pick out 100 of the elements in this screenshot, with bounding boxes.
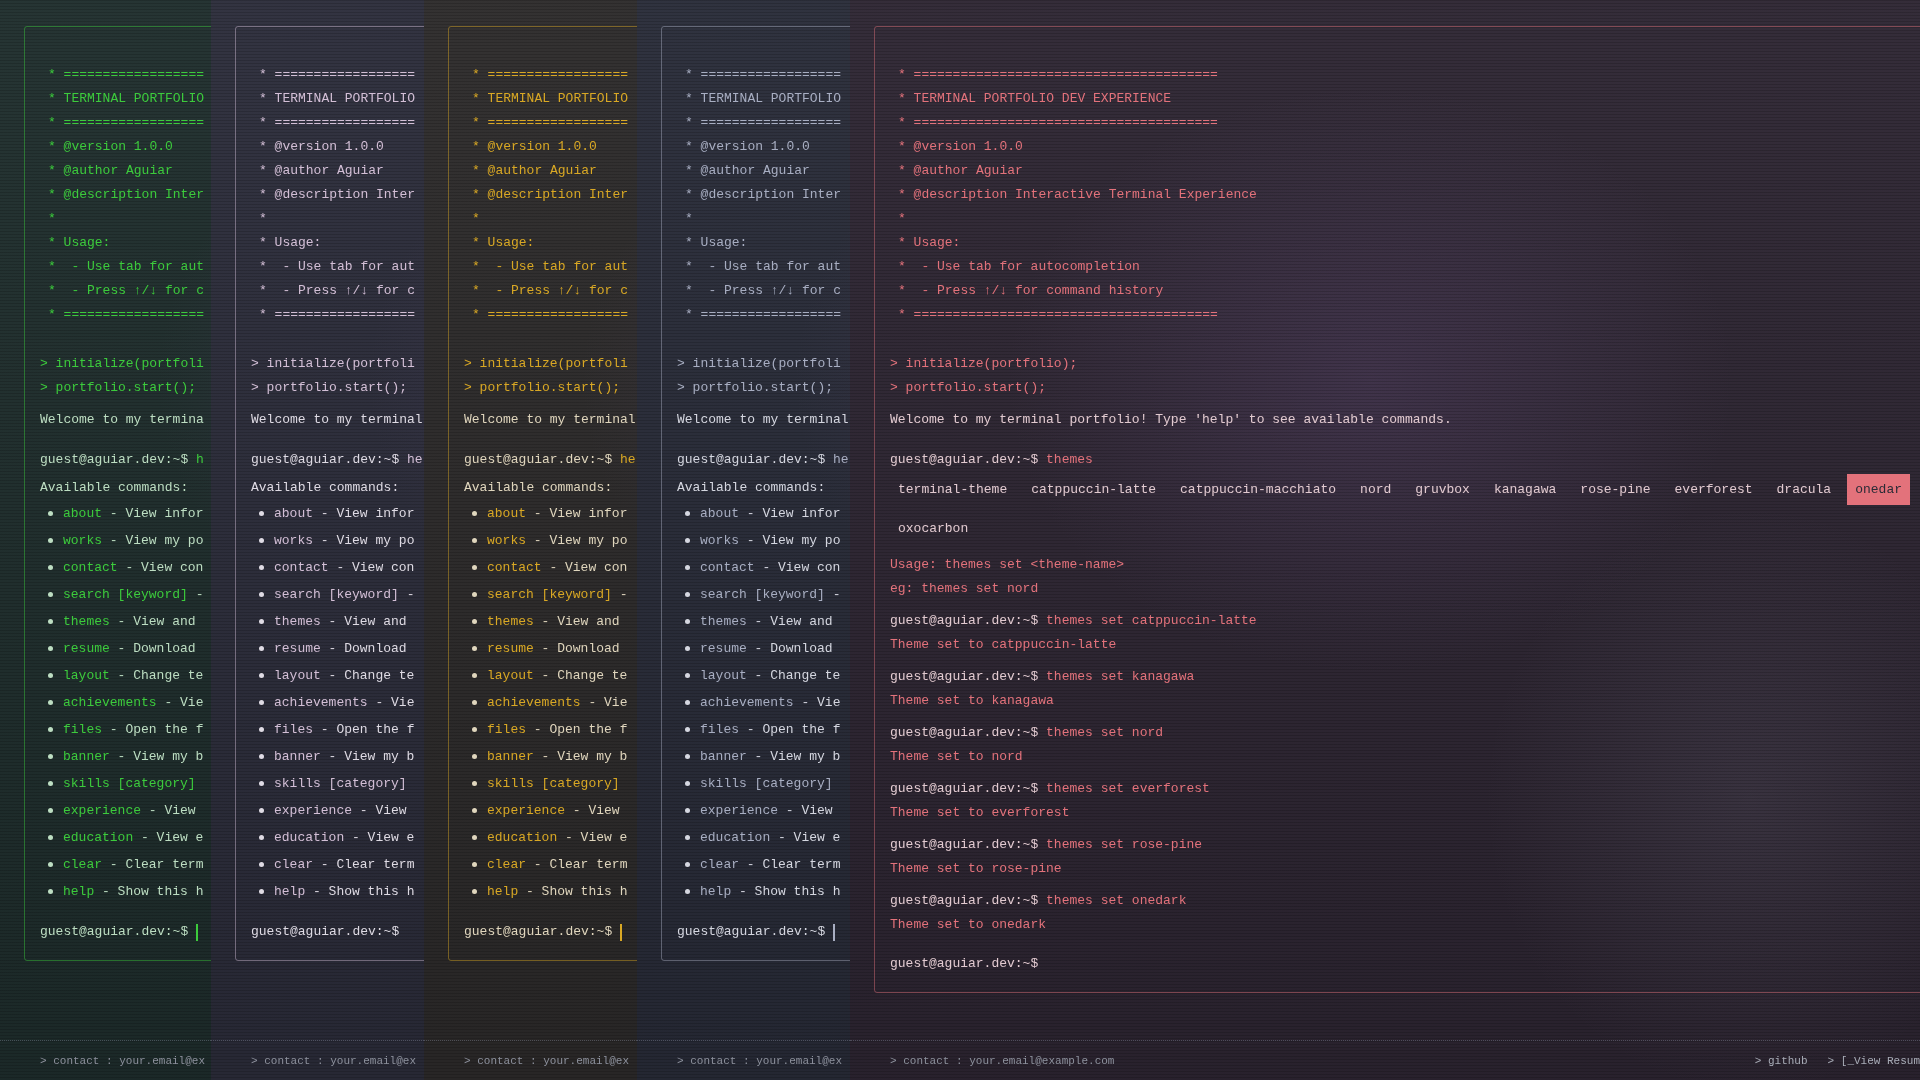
command-name: banner xyxy=(274,749,321,764)
command-description: - View e xyxy=(141,830,204,845)
theme-option[interactable]: catppuccin-macchiato xyxy=(1172,474,1345,505)
bullet-icon xyxy=(685,538,690,543)
command-name: contact xyxy=(700,560,755,575)
output-line: Theme set to nord xyxy=(890,748,1024,766)
command-description: - View xyxy=(785,803,833,818)
theme-option[interactable]: kanagawa xyxy=(1485,474,1565,505)
command-name: files xyxy=(274,722,313,737)
prompt-text: guest@aguiar.dev:~$ xyxy=(890,955,1039,973)
command-description: - View e xyxy=(565,830,628,845)
command-name: education xyxy=(700,830,771,845)
theme-option[interactable]: rose-pine xyxy=(1572,474,1659,505)
command-description: - View con xyxy=(336,560,415,575)
header-comment-line: * TERMINAL PORTFOLIO xyxy=(48,90,206,108)
header-comment-line: * @author Aguiar xyxy=(472,162,598,180)
command-description: - Change te xyxy=(328,668,415,683)
header-comment-line: * ================== xyxy=(685,66,843,84)
command-name: banner xyxy=(700,749,747,764)
header-comment-line: * @version 1.0.0 xyxy=(898,138,1024,156)
command-name: achievements xyxy=(63,695,157,710)
command-description: - xyxy=(832,587,841,602)
command-name: achievements xyxy=(700,695,794,710)
theme-option[interactable]: gruvbox xyxy=(1407,474,1478,505)
prompt-text: guest@aguiar.dev:~$ xyxy=(677,923,826,941)
bullet-icon xyxy=(472,835,477,840)
theme-option[interactable]: everforest xyxy=(1666,474,1761,505)
bullet-icon xyxy=(259,511,264,516)
command-name: banner xyxy=(63,749,110,764)
command-text: themes xyxy=(1046,451,1093,469)
prompt-text: guest@aguiar.dev:~$ xyxy=(890,724,1039,742)
boot-line: > portfolio.start(); xyxy=(40,379,198,397)
header-comment-line: * Usage: xyxy=(472,234,536,252)
header-comment-line: * ================== xyxy=(472,306,630,324)
command-name: layout xyxy=(487,668,534,683)
command-description: - View infor xyxy=(746,506,841,521)
command-description: - View my po xyxy=(320,533,415,548)
header-comment-line: * - Press ↑/↓ for c xyxy=(472,282,630,300)
footer-link[interactable]: > [_View Resum xyxy=(1827,1055,1920,1067)
bullet-icon xyxy=(48,808,53,813)
theme-option[interactable]: catppuccin-latte xyxy=(1023,474,1165,505)
command-description: - View and xyxy=(117,614,196,629)
prompt-text: guest@aguiar.dev:~$ xyxy=(890,612,1039,630)
theme-option[interactable]: oxocarbon xyxy=(890,513,977,544)
header-comment-line: * ================== xyxy=(685,306,843,324)
header-comment-line: * ================== xyxy=(259,306,417,324)
command-description: - Vie xyxy=(588,695,628,710)
command-name: education xyxy=(63,830,134,845)
boot-line: > initialize(portfoli xyxy=(464,355,629,373)
command-description: - Open the f xyxy=(109,722,204,737)
header-comment-line: * @author Aguiar xyxy=(898,162,1024,180)
bullet-icon xyxy=(685,673,690,678)
prompt-text: guest@aguiar.dev:~$ xyxy=(464,923,613,941)
bullet-icon xyxy=(472,673,477,678)
command-description: - View xyxy=(359,803,407,818)
bullet-icon xyxy=(472,565,477,570)
bullet-icon xyxy=(472,889,477,894)
command-description: - Clear term xyxy=(746,857,841,872)
command-name: clear xyxy=(487,857,526,872)
prompt-text: guest@aguiar.dev:~$ xyxy=(677,451,826,469)
bullet-icon xyxy=(472,538,477,543)
header-comment-line: * TERMINAL PORTFOLIO xyxy=(472,90,630,108)
header-comment-line: * xyxy=(685,210,694,228)
command-name: about xyxy=(700,506,739,521)
prompt-text: guest@aguiar.dev:~$ xyxy=(40,451,189,469)
header-comment-line: * @version 1.0.0 xyxy=(472,138,598,156)
bullet-icon xyxy=(259,538,264,543)
header-comment-line: * @author Aguiar xyxy=(48,162,174,180)
header-comment-line: * @description Inter xyxy=(472,186,630,204)
command-description: - View con xyxy=(762,560,841,575)
command-name: works xyxy=(63,533,102,548)
command-name: works xyxy=(700,533,739,548)
boot-line: > portfolio.start(); xyxy=(464,379,622,397)
prompt-text: guest@aguiar.dev:~$ xyxy=(464,451,613,469)
bullet-icon xyxy=(48,835,53,840)
theme-option[interactable]: nord xyxy=(1352,474,1400,505)
command-name: help xyxy=(274,884,306,899)
command-description: - View my b xyxy=(117,749,204,764)
footer-link[interactable]: > github xyxy=(1754,1055,1808,1067)
command-text: themes set rose-pine xyxy=(1046,836,1203,854)
header-comment-line: * TERMINAL PORTFOLIO xyxy=(259,90,417,108)
command-name: help xyxy=(63,884,95,899)
theme-option[interactable]: dracula xyxy=(1768,474,1840,505)
bullet-icon xyxy=(259,754,264,759)
header-comment-line: * ================== xyxy=(472,114,630,132)
theme-option[interactable]: terminal-theme xyxy=(890,474,1016,505)
bullet-icon xyxy=(48,727,53,732)
header-comment-line: * ======================================= xyxy=(898,114,1219,132)
command-description: - View my b xyxy=(541,749,628,764)
command-description: - Clear term xyxy=(109,857,204,872)
bullet-icon xyxy=(685,565,690,570)
command-name: themes xyxy=(700,614,747,629)
prompt-text: guest@aguiar.dev:~$ xyxy=(890,668,1039,686)
command-name: achievements xyxy=(274,695,368,710)
bullet-icon xyxy=(472,592,477,597)
header-comment-line: * - Press ↑/↓ for c xyxy=(48,282,206,300)
theme-option[interactable]: onedar xyxy=(1847,474,1910,505)
command-description: - Download xyxy=(541,641,620,656)
header-comment-line: * @version 1.0.0 xyxy=(48,138,174,156)
command-name: resume xyxy=(274,641,321,656)
